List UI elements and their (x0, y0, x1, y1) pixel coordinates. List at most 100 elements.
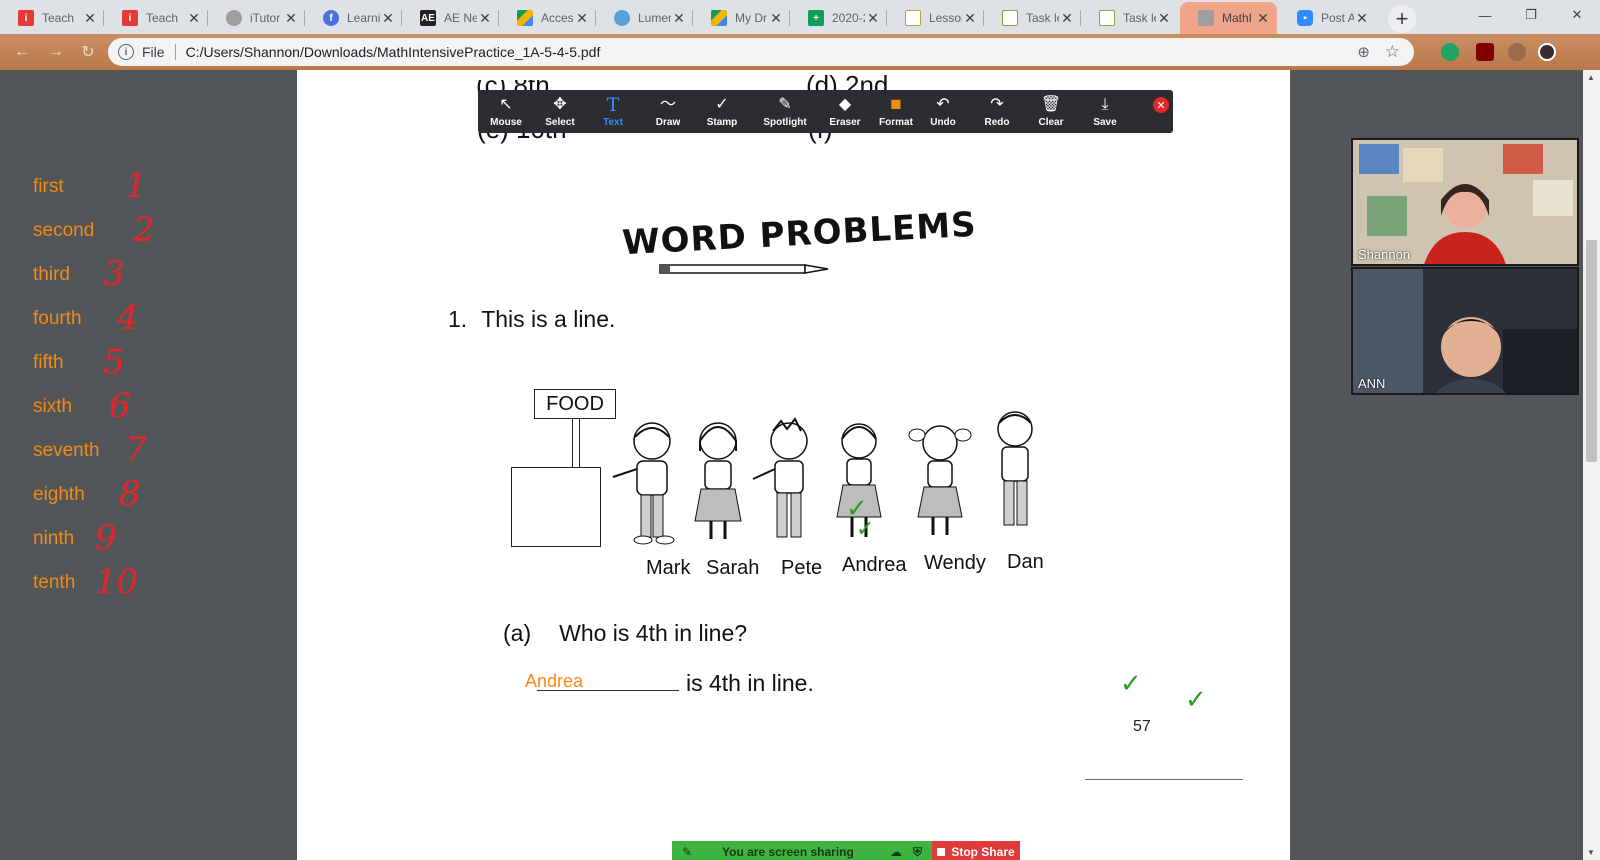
kid-name-dan: Dan (1007, 551, 1044, 573)
extension-green-icon[interactable] (1441, 43, 1459, 61)
color-swatch-icon: ■ (890, 93, 902, 115)
shield-icon[interactable]: ⛨ (913, 845, 922, 860)
ordinal-row: sixth 6 (33, 386, 173, 436)
text-tool-button[interactable]: T Text (588, 90, 638, 133)
sign-post (572, 419, 580, 467)
browser-tab[interactable]: Task le ✕ (984, 2, 1081, 34)
video-tile-shannon[interactable]: Shannon (1351, 138, 1579, 266)
zoom-magnifier-icon[interactable]: ⊕ (1357, 43, 1370, 61)
browser-tab[interactable]: ▪ Post A ✕ (1279, 2, 1376, 34)
browser-tab[interactable]: i Teach ✕ (0, 2, 104, 34)
browser-tab[interactable]: Access ✕ (499, 2, 596, 34)
scrollbar-thumb[interactable] (1586, 240, 1597, 462)
close-tab-icon[interactable]: ✕ (1354, 10, 1370, 27)
close-tab-icon[interactable]: ✕ (1156, 10, 1172, 27)
ordinal-row: seventh 7 (33, 430, 173, 480)
clear-button[interactable]: 🗑 Clear (1026, 90, 1076, 133)
restore-button[interactable]: ❐ (1508, 0, 1554, 30)
mouse-tool-button[interactable]: ↖ Mouse (481, 90, 531, 133)
close-tab-icon[interactable]: ✕ (1255, 10, 1271, 27)
task-icon (1002, 10, 1018, 26)
ordinal-word: first (33, 176, 64, 197)
ordinal-number: 1 (125, 166, 147, 206)
page-number: 57 (1133, 718, 1151, 735)
tab-title: Lesson (929, 11, 962, 25)
back-arrow-icon[interactable]: ← (10, 40, 34, 64)
cloud-icon[interactable]: ☁ (890, 845, 902, 859)
tab-title: Learni (347, 11, 380, 25)
profile-avatar[interactable] (1538, 43, 1556, 61)
browser-tab[interactable]: Task le ✕ (1081, 2, 1178, 34)
eraser-tool-button[interactable]: ◆ Eraser (820, 90, 870, 133)
close-tab-icon[interactable]: ✕ (574, 10, 590, 27)
select-tool-button[interactable]: ✥ Select (535, 90, 585, 133)
scroll-up-icon[interactable]: ▲ (1587, 73, 1595, 82)
tab-title: Task le (1123, 11, 1156, 25)
new-tab-button[interactable]: + (1388, 5, 1416, 33)
pdf-scrollbar[interactable]: ▲ ▼ (1583, 70, 1600, 860)
stop-share-button[interactable]: Stop Share (932, 841, 1020, 860)
ordinal-number: 8 (119, 474, 141, 514)
draw-tool-button[interactable]: 〜 Draw (643, 90, 693, 133)
browser-tab[interactable]: f Learni ✕ (305, 2, 402, 34)
bookmark-star-icon[interactable]: ☆ (1385, 42, 1400, 62)
redo-button[interactable]: ↷ Redo (972, 90, 1022, 133)
browser-toolbar: ← → ↻ i File C:/Users/Shannon/Downloads/… (0, 34, 1600, 70)
url-text[interactable]: C:/Users/Shannon/Downloads/MathIntensive… (186, 44, 601, 60)
close-tab-icon[interactable]: ✕ (865, 10, 881, 27)
video-tile-ann[interactable]: ANN (1351, 267, 1579, 395)
browser-tab[interactable]: AE AE Ne ✕ (402, 2, 499, 34)
format-tool-button[interactable]: ■ Format (871, 90, 921, 133)
share-status-text: You are screen sharing (722, 845, 854, 859)
participant-video-image (1353, 269, 1577, 393)
browser-tab[interactable]: iTutor ✕ (208, 2, 305, 34)
share-status[interactable]: ✎ You are screen sharing ☁ ⛨ (672, 841, 932, 860)
close-tab-icon[interactable]: ✕ (82, 10, 98, 27)
ordinal-word: fourth (33, 308, 82, 329)
kid-name-sarah: Sarah (706, 557, 760, 579)
scroll-down-icon[interactable]: ▼ (1587, 848, 1595, 857)
window-close-button[interactable]: ✕ (1554, 0, 1600, 30)
close-tab-icon[interactable]: ✕ (477, 10, 493, 27)
tab-title: Post A (1321, 11, 1354, 25)
browser-tab[interactable]: + 2020-2 ✕ (790, 2, 887, 34)
extensions-puzzle-icon[interactable] (1508, 43, 1526, 61)
forward-arrow-icon[interactable]: → (44, 40, 68, 64)
globe-icon (226, 10, 242, 26)
stamp-tool-button[interactable]: ✓ Stamp (697, 90, 747, 133)
participant-name: Shannon (1358, 247, 1411, 262)
undo-button[interactable]: ↶ Undo (918, 90, 968, 133)
food-stand-box (511, 467, 601, 547)
drive-icon (517, 10, 533, 26)
kid-sarah-figure (694, 422, 742, 539)
minimize-button[interactable]: — (1462, 0, 1508, 30)
tab-title: MathI (1222, 11, 1253, 25)
kid-pete-figure (752, 417, 808, 538)
pin-icon[interactable]: ✎ (682, 845, 692, 859)
close-tab-icon[interactable]: ✕ (283, 10, 299, 27)
kid-name-andrea: Andrea (842, 554, 907, 576)
browser-tab[interactable]: i Teach ✕ (104, 2, 208, 34)
ublock-icon[interactable] (1476, 43, 1494, 61)
close-tab-icon[interactable]: ✕ (380, 10, 396, 27)
pencil-icon (659, 264, 829, 274)
spotlight-tool-button[interactable]: ✎ Spotlight (760, 90, 810, 133)
undo-icon: ↶ (936, 95, 950, 113)
stop-share-label: Stop Share (951, 845, 1015, 859)
save-button[interactable]: ⤓ Save (1080, 90, 1130, 133)
close-annotation-icon[interactable]: ✕ (1153, 97, 1169, 113)
browser-tab-active[interactable]: MathI ✕ (1180, 2, 1277, 34)
ordinal-row: tenth 10 (33, 562, 173, 612)
info-icon[interactable]: i (118, 44, 134, 60)
close-tab-icon[interactable]: ✕ (671, 10, 687, 27)
reload-icon[interactable]: ↻ (76, 40, 100, 64)
address-bar[interactable]: i File C:/Users/Shannon/Downloads/MathIn… (108, 38, 1414, 66)
close-tab-icon[interactable]: ✕ (962, 10, 978, 27)
ordinal-word: sixth (33, 396, 73, 417)
close-tab-icon[interactable]: ✕ (186, 10, 202, 27)
browser-tab[interactable]: My Dr ✕ (693, 2, 790, 34)
close-tab-icon[interactable]: ✕ (1059, 10, 1075, 27)
browser-tab[interactable]: Lesson ✕ (887, 2, 984, 34)
close-tab-icon[interactable]: ✕ (768, 10, 784, 27)
browser-tab[interactable]: Lumen ✕ (596, 2, 693, 34)
